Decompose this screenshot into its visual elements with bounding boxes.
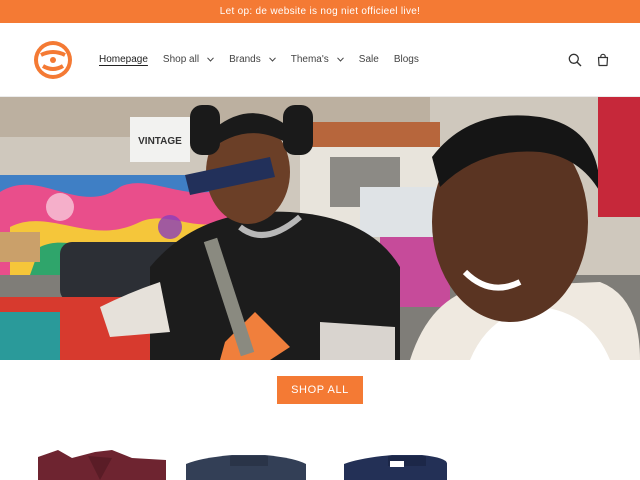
nav-blogs[interactable]: Blogs	[394, 54, 419, 65]
main-nav: Homepage Shop all Brands Thema's Sale Bl…	[99, 54, 434, 65]
nav-sale[interactable]: Sale	[359, 54, 379, 65]
nav-label: Homepage	[99, 54, 148, 65]
logo-icon[interactable]	[32, 39, 74, 81]
shop-all-button[interactable]: SHOP ALL	[277, 376, 363, 404]
vintage-sign-text: VINTAGE	[138, 136, 182, 147]
announcement-bar: Let op: de website is nog niet officieel…	[0, 0, 640, 23]
product-item[interactable]	[38, 450, 166, 480]
announcement-text: Let op: de website is nog niet officieel…	[219, 6, 421, 17]
nav-label: Sale	[358, 54, 379, 65]
nav-brands[interactable]: Brands	[229, 54, 276, 65]
nav-homepage[interactable]: Homepage	[99, 54, 148, 65]
chevron-down-icon	[268, 57, 276, 62]
nav-label: Blogs	[393, 54, 419, 65]
cta-section: SHOP ALL	[0, 360, 640, 420]
chevron-down-icon	[207, 57, 214, 62]
nav-shop-all[interactable]: Shop all	[163, 54, 214, 65]
nav-label: Brands	[229, 54, 261, 65]
nav-themas[interactable]: Thema's	[291, 54, 344, 65]
site-header: Homepage Shop all Brands Thema's Sale Bl…	[0, 23, 640, 97]
header-icons	[568, 53, 610, 67]
product-item[interactable]	[344, 455, 448, 480]
nav-label: Shop all	[162, 54, 200, 65]
hero-image: VINTAGE	[0, 97, 640, 360]
product-preview-row	[0, 420, 640, 480]
cart-icon[interactable]	[596, 53, 610, 67]
product-thumbnails	[38, 450, 448, 480]
search-icon[interactable]	[568, 53, 582, 67]
product-item[interactable]	[186, 455, 306, 480]
nav-label: Thema's	[290, 54, 329, 65]
hero-banner[interactable]: VINTAGE	[0, 97, 640, 360]
chevron-down-icon	[336, 57, 344, 62]
